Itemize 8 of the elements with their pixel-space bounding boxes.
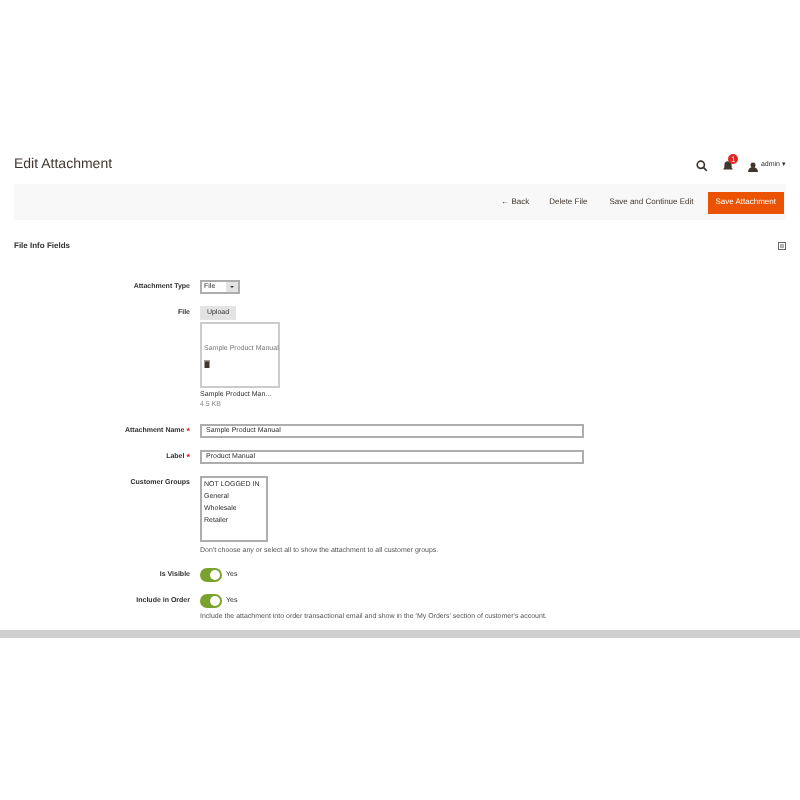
collapse-icon[interactable] [778,242,786,250]
search-icon[interactable] [696,160,709,172]
toggle-switch[interactable] [200,593,222,608]
caret-icon [226,282,238,292]
toggle-switch[interactable] [200,567,222,582]
trash-icon[interactable] [204,359,210,367]
bell-icon[interactable] [722,160,735,172]
user-icon [748,161,759,171]
